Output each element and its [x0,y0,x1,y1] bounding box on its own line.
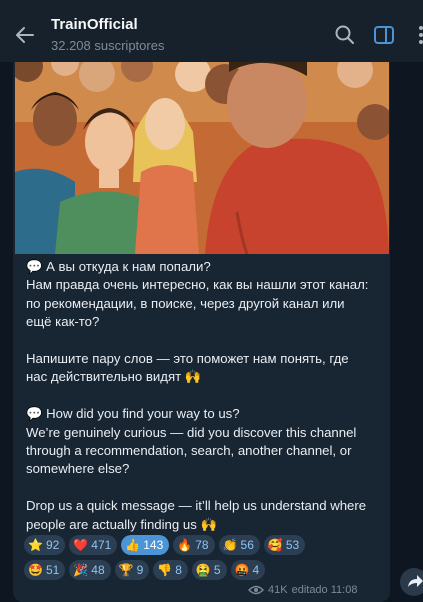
reaction-count: 53 [285,538,300,552]
message-photo[interactable] [15,62,389,254]
eye-icon [248,585,264,595]
forward-icon [408,575,423,587]
reaction-count: 48 [91,563,105,577]
search-icon[interactable] [334,24,356,46]
reaction-chip[interactable]: 🤮 5 [191,560,227,580]
forward-button[interactable] [400,568,423,596]
star-icon: ⭐ [28,538,43,552]
reaction-count: 9 [136,563,144,577]
channel-title[interactable]: TrainOfficial [51,16,138,33]
arrow-left-icon[interactable] [14,24,36,46]
reaction-chip[interactable]: 🎉 48 [69,560,111,580]
reaction-count: 5 [213,563,221,577]
more-vertical-icon[interactable] [410,24,423,46]
reaction-count: 4 [252,563,260,577]
reaction-chip[interactable]: ❤️ 471 [69,535,118,555]
cursing-face-icon: 🤬 [234,563,250,577]
chat-header: TrainOfficial 32.208 suscriptores [0,0,423,62]
reaction-chip[interactable]: 👎 8 [153,560,188,580]
subscriber-count: 32.208 suscriptores [51,38,165,53]
reaction-chip[interactable]: 🥰 53 [263,535,306,555]
message-paragraph: 💬 А вы откуда к нам попали? Нам правда о… [26,259,369,330]
message-paragraph: Напишите пару слов — это поможет нам пон… [26,351,349,385]
reaction-chip[interactable]: ⭐ 92 [24,535,66,555]
reaction-count: 8 [175,563,182,577]
reaction-count: 471 [91,538,112,552]
thumbs-down-icon: 👎 [157,563,173,577]
star-eyes-icon: 🤩 [28,563,43,577]
reaction-chip[interactable]: 🤩 51 [24,560,66,580]
thumbs-up-icon: 👍 [125,538,141,552]
reaction-count: 56 [240,538,254,552]
vomiting-face-icon: 🤮 [195,563,211,577]
fire-icon: 🔥 [177,538,193,552]
reaction-chip[interactable]: 👏 56 [218,535,260,555]
reactions-row: ⭐ 92 ❤️ 471 👍 143 🔥 78 👏 56 🥰 53 [24,535,306,555]
reaction-chip[interactable]: 🔥 78 [173,535,215,555]
sidebar-toggle-icon[interactable] [373,24,395,46]
message-paragraph: Drop us a quick message — it’ll help us … [26,498,367,532]
reaction-chip[interactable]: 🏆 9 [114,560,150,580]
reaction-chip[interactable]: 👍 143 [121,535,170,555]
message-text: 💬 А вы откуда к нам попали? Нам правда о… [26,258,382,534]
reaction-chip[interactable]: 🤬 4 [230,560,266,580]
reactions-row: 🤩 51 🎉 48 🏆 9 👎 8 🤮 5 🤬 4 [24,560,266,580]
reaction-count: 143 [143,538,164,552]
trophy-icon: 🏆 [118,563,134,577]
view-count: 41K [268,584,288,596]
clap-icon: 👏 [222,538,238,552]
message-paragraph: 💬 How did you find your way to us? We’re… [26,406,357,477]
reaction-count: 78 [195,538,209,552]
reaction-count: 92 [45,538,60,552]
message-meta: 41K editado 11:08 [248,584,357,596]
heart-icon: ❤️ [73,538,89,552]
smiling-hearts-icon: 🥰 [267,538,283,552]
reaction-count: 51 [45,563,60,577]
edited-timestamp: editado 11:08 [291,584,358,596]
party-popper-icon: 🎉 [73,563,89,577]
